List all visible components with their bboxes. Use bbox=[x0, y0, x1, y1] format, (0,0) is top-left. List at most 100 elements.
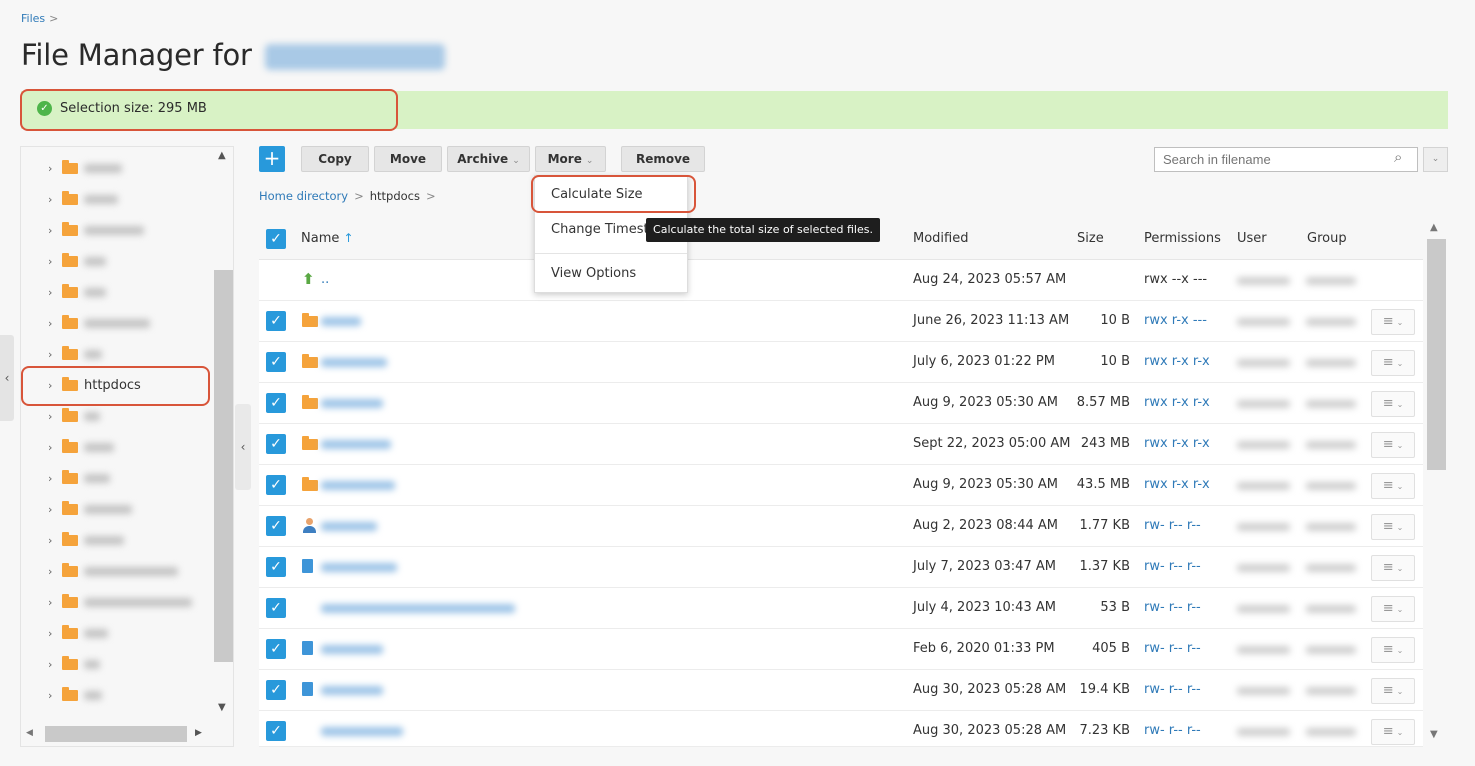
permissions-link[interactable]: rwx r-x r-x bbox=[1144, 436, 1210, 451]
table-row[interactable]: ✓ June 26, 2023 11:13 AM 10 B rwx r-x --… bbox=[259, 301, 1423, 342]
tree-horizontal-scrollbar[interactable]: ◀ ▶ bbox=[20, 722, 213, 746]
tree-item[interactable]: › bbox=[48, 560, 178, 582]
archive-button[interactable]: Archive ⌄ bbox=[447, 146, 530, 172]
row-menu-button[interactable]: ≡ ⌄ bbox=[1371, 514, 1415, 540]
tree-item[interactable]: › bbox=[48, 467, 110, 489]
row-checkbox[interactable]: ✓ bbox=[266, 393, 286, 413]
remove-button[interactable]: Remove bbox=[621, 146, 705, 172]
tree-item[interactable]: › bbox=[48, 622, 108, 644]
tree-hscroll-thumb[interactable] bbox=[45, 726, 187, 742]
row-checkbox[interactable]: ✓ bbox=[266, 557, 286, 577]
chevron-right-icon[interactable]: › bbox=[48, 441, 56, 454]
tree-item[interactable]: › bbox=[48, 591, 192, 613]
table-row[interactable]: ✓ July 6, 2023 01:22 PM 10 B rwx r-x r-x… bbox=[259, 342, 1423, 383]
permissions-link[interactable]: rwx r-x --- bbox=[1144, 313, 1207, 328]
file-name-redacted[interactable] bbox=[321, 686, 383, 695]
search-input[interactable] bbox=[1154, 147, 1418, 172]
row-menu-button[interactable]: ≡ ⌄ bbox=[1371, 637, 1415, 663]
chevron-right-icon[interactable]: › bbox=[48, 689, 56, 702]
file-name-redacted[interactable] bbox=[321, 522, 377, 531]
column-name[interactable]: Name ↑ bbox=[301, 231, 354, 246]
search-options-button[interactable]: ⌄ bbox=[1423, 147, 1448, 172]
row-menu-button[interactable]: ≡ ⌄ bbox=[1371, 432, 1415, 458]
scroll-down-icon[interactable]: ▼ bbox=[1430, 729, 1438, 740]
row-menu-button[interactable]: ≡ ⌄ bbox=[1371, 719, 1415, 745]
file-name-redacted[interactable] bbox=[321, 563, 397, 572]
tree-item[interactable]: › bbox=[48, 157, 122, 179]
row-menu-button[interactable]: ≡ ⌄ bbox=[1371, 473, 1415, 499]
file-name-redacted[interactable] bbox=[321, 358, 387, 367]
table-row-parent[interactable]: ⬆ .. Aug 24, 2023 05:57 AM rwx --x --- bbox=[259, 260, 1423, 301]
permissions-link[interactable]: rw- r-- r-- bbox=[1144, 518, 1201, 533]
tree-item[interactable]: › bbox=[48, 436, 114, 458]
menu-item-change-timestamp[interactable]: Change Timest bbox=[551, 222, 649, 237]
table-row[interactable]: ✓ Aug 30, 2023 05:28 AM 7.23 KB rw- r-- … bbox=[259, 711, 1423, 747]
tree-item[interactable]: › bbox=[48, 405, 100, 427]
file-name-redacted[interactable] bbox=[321, 604, 515, 613]
sidebar-expand-toggle[interactable]: ‹ bbox=[0, 335, 14, 421]
scroll-down-icon[interactable]: ▼ bbox=[218, 702, 226, 713]
table-row[interactable]: ✓ July 4, 2023 10:43 AM 53 B rw- r-- r--… bbox=[259, 588, 1423, 629]
row-checkbox[interactable]: ✓ bbox=[266, 516, 286, 536]
permissions-link[interactable]: rw- r-- r-- bbox=[1144, 559, 1201, 574]
scroll-up-icon[interactable]: ▲ bbox=[1430, 222, 1438, 233]
column-size[interactable]: Size bbox=[1077, 231, 1104, 246]
tree-item[interactable]: › bbox=[48, 219, 144, 241]
row-checkbox[interactable]: ✓ bbox=[266, 475, 286, 495]
tree-item[interactable]: › bbox=[48, 653, 100, 675]
chevron-right-icon[interactable]: › bbox=[48, 565, 56, 578]
chevron-right-icon[interactable]: › bbox=[48, 503, 56, 516]
move-button[interactable]: Move bbox=[374, 146, 442, 172]
table-row[interactable]: ✓ Feb 6, 2020 01:33 PM 405 B rw- r-- r--… bbox=[259, 629, 1423, 670]
chevron-right-icon[interactable]: › bbox=[48, 627, 56, 640]
column-user[interactable]: User bbox=[1237, 231, 1267, 246]
file-name-redacted[interactable] bbox=[321, 440, 391, 449]
tree-item[interactable]: › bbox=[48, 529, 124, 551]
row-menu-button[interactable]: ≡ ⌄ bbox=[1371, 309, 1415, 335]
file-name-redacted[interactable] bbox=[321, 399, 383, 408]
row-menu-button[interactable]: ≡ ⌄ bbox=[1371, 596, 1415, 622]
tree-item[interactable]: › bbox=[48, 188, 118, 210]
permissions-link[interactable]: rwx r-x r-x bbox=[1144, 477, 1210, 492]
path-home-link[interactable]: Home directory bbox=[259, 189, 348, 203]
row-checkbox[interactable]: ✓ bbox=[266, 680, 286, 700]
tree-scroll-thumb[interactable] bbox=[214, 270, 233, 662]
file-name-redacted[interactable] bbox=[321, 481, 395, 490]
file-name-redacted[interactable] bbox=[321, 727, 403, 736]
table-vertical-scrollbar[interactable]: ▲ ▼ bbox=[1424, 219, 1448, 747]
column-modified[interactable]: Modified bbox=[913, 231, 968, 246]
tree-vertical-scrollbar[interactable]: ▲ ▼ bbox=[212, 146, 234, 746]
chevron-right-icon[interactable]: › bbox=[48, 658, 56, 671]
tree-item[interactable]: › bbox=[48, 312, 150, 334]
copy-button[interactable]: Copy bbox=[301, 146, 369, 172]
select-all-checkbox[interactable]: ✓ bbox=[266, 229, 286, 249]
table-row[interactable]: ✓ Aug 30, 2023 05:28 AM 19.4 KB rw- r-- … bbox=[259, 670, 1423, 711]
add-button[interactable]: + bbox=[259, 146, 285, 172]
tree-collapse-toggle[interactable]: ‹ bbox=[235, 404, 251, 490]
column-group[interactable]: Group bbox=[1307, 231, 1347, 246]
row-menu-button[interactable]: ≡ ⌄ bbox=[1371, 391, 1415, 417]
permissions-link[interactable]: rw- r-- r-- bbox=[1144, 682, 1201, 697]
row-checkbox[interactable]: ✓ bbox=[266, 311, 286, 331]
file-name-redacted[interactable] bbox=[321, 317, 361, 326]
menu-item-view-options[interactable]: View Options bbox=[551, 266, 636, 281]
chevron-right-icon[interactable]: › bbox=[48, 410, 56, 423]
chevron-right-icon[interactable]: › bbox=[48, 224, 56, 237]
tree-item[interactable]: › bbox=[48, 281, 106, 303]
tree-item[interactable]: › bbox=[48, 684, 102, 706]
permissions-link[interactable]: rwx r-x r-x bbox=[1144, 354, 1210, 369]
row-checkbox[interactable]: ✓ bbox=[266, 721, 286, 741]
column-permissions[interactable]: Permissions bbox=[1144, 231, 1221, 246]
path-current-link[interactable]: httpdocs bbox=[370, 189, 420, 203]
row-menu-button[interactable]: ≡ ⌄ bbox=[1371, 350, 1415, 376]
scroll-up-icon[interactable]: ▲ bbox=[218, 150, 226, 161]
tree-item[interactable]: › bbox=[48, 498, 132, 520]
parent-dir-link[interactable]: .. bbox=[321, 272, 329, 287]
permissions-link[interactable]: rw- r-- r-- bbox=[1144, 723, 1201, 738]
table-row[interactable]: ✓ July 7, 2023 03:47 AM 1.37 KB rw- r-- … bbox=[259, 547, 1423, 588]
table-row[interactable]: ✓ Aug 9, 2023 05:30 AM 8.57 MB rwx r-x r… bbox=[259, 383, 1423, 424]
table-row[interactable]: ✓ Sept 22, 2023 05:00 AM 243 MB rwx r-x … bbox=[259, 424, 1423, 465]
permissions-link[interactable]: rw- r-- r-- bbox=[1144, 600, 1201, 615]
table-row[interactable]: ✓ Aug 9, 2023 05:30 AM 43.5 MB rwx r-x r… bbox=[259, 465, 1423, 506]
chevron-right-icon[interactable]: › bbox=[48, 534, 56, 547]
